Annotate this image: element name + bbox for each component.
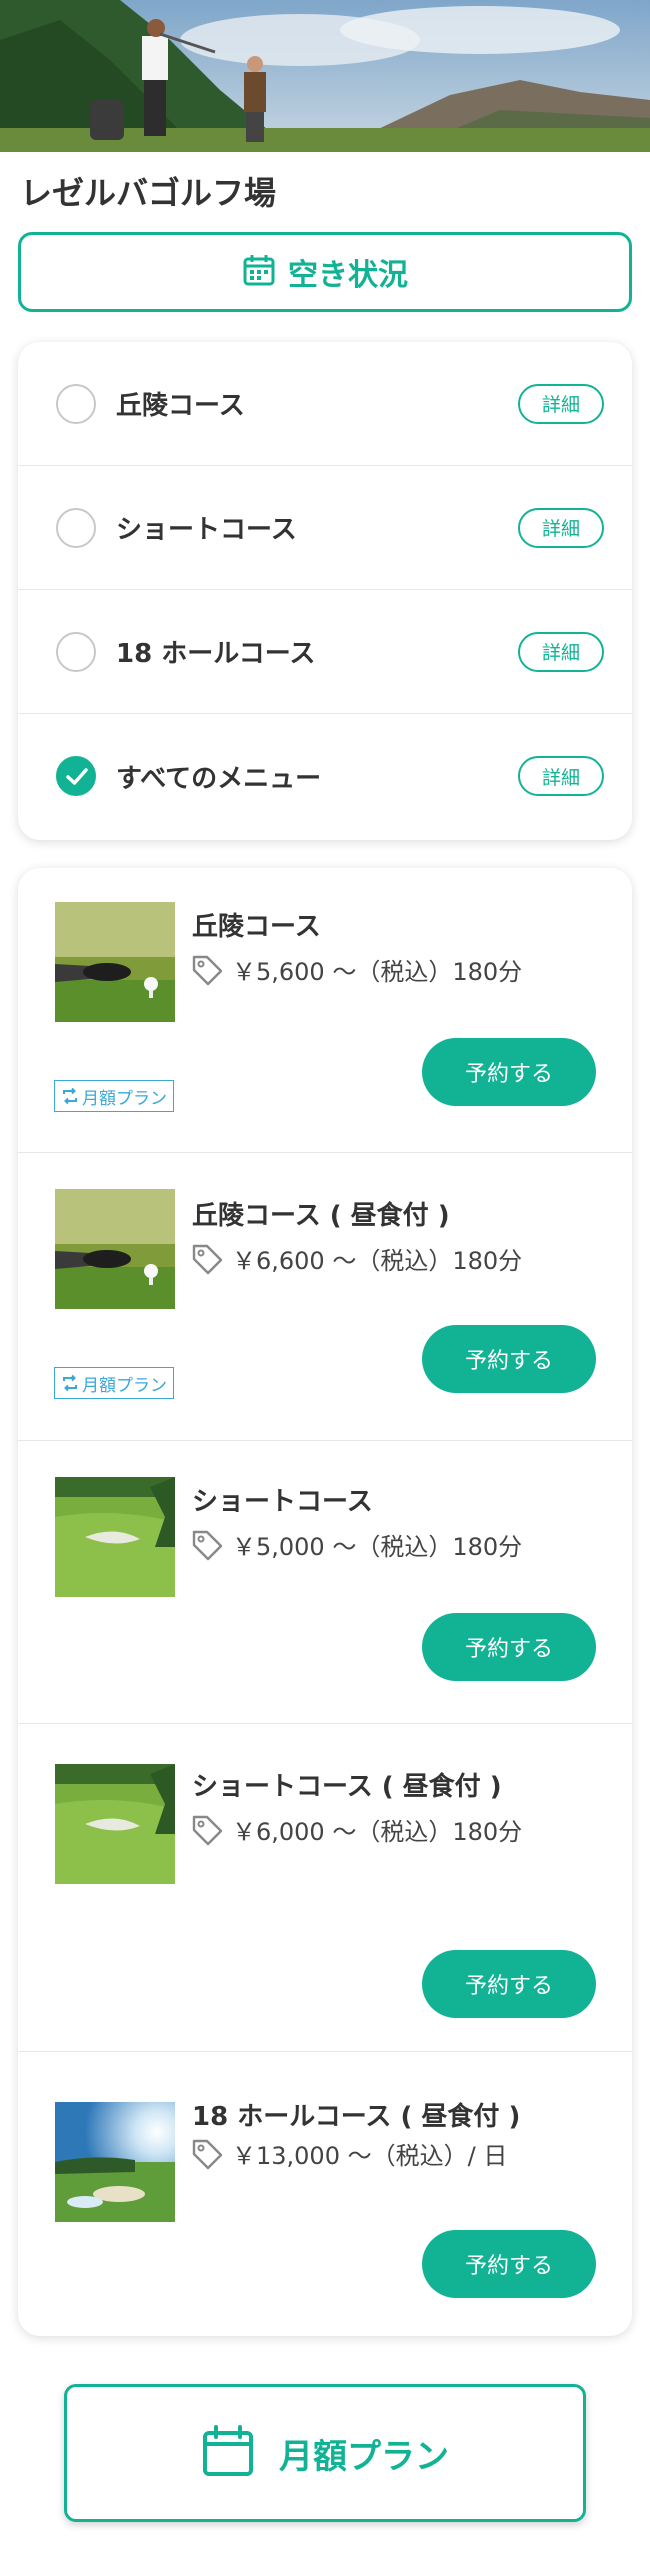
plan-item: ショートコース ( 昼食付 ) ￥6,000 〜（税込）180分 予約する xyxy=(18,1724,632,2052)
hero-image xyxy=(0,0,650,152)
plan-name: ショートコース xyxy=(192,1487,373,1517)
availability-button[interactable]: 空き状況 xyxy=(18,232,632,312)
plans-card: 丘陵コース ￥5,600 〜（税込）180分 予約する 月額プラン 丘陵コース … xyxy=(18,868,632,2336)
plan-price-row: ￥6,000 〜（税込）180分 xyxy=(190,1812,522,1847)
plan-price-row: ￥5,000 〜（税込）180分 xyxy=(190,1527,522,1562)
course-option-label: 18 ホールコース xyxy=(116,639,316,669)
plan-price-row: ￥13,000 〜（税込）/ 日 xyxy=(190,2136,507,2171)
reserve-button[interactable]: 予約する xyxy=(422,1038,596,1106)
price-tag-icon xyxy=(192,2139,223,2169)
course-option-all[interactable]: すべてのメニュー 詳細 xyxy=(18,714,632,838)
detail-button[interactable]: 詳細 xyxy=(518,507,604,548)
plan-item: 18 ホールコース ( 昼食付 ) ￥13,000 〜（税込）/ 日 予約する xyxy=(18,2052,632,2336)
plan-item: ショートコース ￥5,000 〜（税込）180分 予約する xyxy=(18,1441,632,1724)
calendar-icon xyxy=(201,2424,255,2482)
plan-thumbnail xyxy=(55,902,175,1022)
radio-button[interactable] xyxy=(56,507,96,548)
plan-name: 丘陵コース ( 昼食付 ) xyxy=(192,1201,450,1231)
repeat-icon xyxy=(63,1087,77,1105)
plan-price: ￥5,600 〜（税込）180分 xyxy=(232,958,523,986)
plan-thumbnail xyxy=(55,2102,175,2222)
course-option-label: ショートコース xyxy=(116,515,297,545)
plan-name: 丘陵コース xyxy=(192,912,321,942)
plan-price: ￥6,000 〜（税込）180分 xyxy=(232,1818,523,1846)
price-tag-icon xyxy=(192,1244,223,1274)
reserve-button[interactable]: 予約する xyxy=(422,1950,596,2018)
price-tag-icon xyxy=(192,1815,223,1845)
plan-item: 丘陵コース ￥5,600 〜（税込）180分 予約する 月額プラン xyxy=(18,868,632,1153)
plan-item: 丘陵コース ( 昼食付 ) ￥6,600 〜（税込）180分 予約する 月額プラ… xyxy=(18,1153,632,1441)
plan-name: ショートコース ( 昼食付 ) xyxy=(192,1772,502,1802)
radio-button[interactable] xyxy=(56,631,96,672)
calendar-icon xyxy=(242,253,276,291)
plan-price: ￥6,600 〜（税込）180分 xyxy=(232,1247,523,1275)
plan-thumbnail xyxy=(55,1764,175,1884)
plan-price-row: ￥6,600 〜（税込）180分 xyxy=(190,1241,522,1276)
plan-name: 18 ホールコース ( 昼食付 ) xyxy=(192,2102,521,2132)
course-option-short[interactable]: ショートコース 詳細 xyxy=(18,466,632,590)
monthly-plan-button[interactable]: 月額プラン xyxy=(64,2384,586,2522)
reserve-button[interactable]: 予約する xyxy=(422,1325,596,1393)
course-option-label: 丘陵コース xyxy=(116,391,245,421)
repeat-icon xyxy=(63,1374,77,1392)
monthly-plan-badge-label: 月額プラン xyxy=(82,1088,167,1109)
availability-button-label: 空き状況 xyxy=(288,258,408,293)
reserve-button[interactable]: 予約する xyxy=(422,2230,596,2298)
course-option-hill[interactable]: 丘陵コース 詳細 xyxy=(18,342,632,466)
radio-button[interactable] xyxy=(56,383,96,424)
monthly-plan-badge: 月額プラン xyxy=(54,1367,174,1399)
course-option-label: すべてのメニュー xyxy=(116,763,322,794)
radio-button-checked[interactable] xyxy=(56,756,96,796)
reserve-button[interactable]: 予約する xyxy=(422,1613,596,1681)
price-tag-icon xyxy=(192,955,223,985)
price-tag-icon xyxy=(192,1530,223,1560)
detail-button[interactable]: 詳細 xyxy=(518,631,604,672)
plan-thumbnail xyxy=(55,1477,175,1597)
monthly-plan-button-label: 月額プラン xyxy=(279,2436,449,2477)
plan-price: ￥13,000 〜（税込）/ 日 xyxy=(232,2142,508,2170)
monthly-plan-badge: 月額プラン xyxy=(54,1080,174,1112)
detail-button[interactable]: 詳細 xyxy=(518,383,604,424)
plan-thumbnail xyxy=(55,1189,175,1309)
venue-title: レゼルバゴルフ場 xyxy=(20,174,277,212)
course-filter-card: 丘陵コース 詳細 ショートコース 詳細 18 ホールコース 詳細 すべてのメニュ… xyxy=(18,342,632,840)
detail-button[interactable]: 詳細 xyxy=(518,756,604,796)
check-icon xyxy=(66,768,88,785)
plan-price: ￥5,000 〜（税込）180分 xyxy=(232,1533,523,1561)
course-option-18-hole[interactable]: 18 ホールコース 詳細 xyxy=(18,590,632,714)
monthly-plan-badge-label: 月額プラン xyxy=(82,1375,167,1396)
plan-price-row: ￥5,600 〜（税込）180分 xyxy=(190,952,522,987)
